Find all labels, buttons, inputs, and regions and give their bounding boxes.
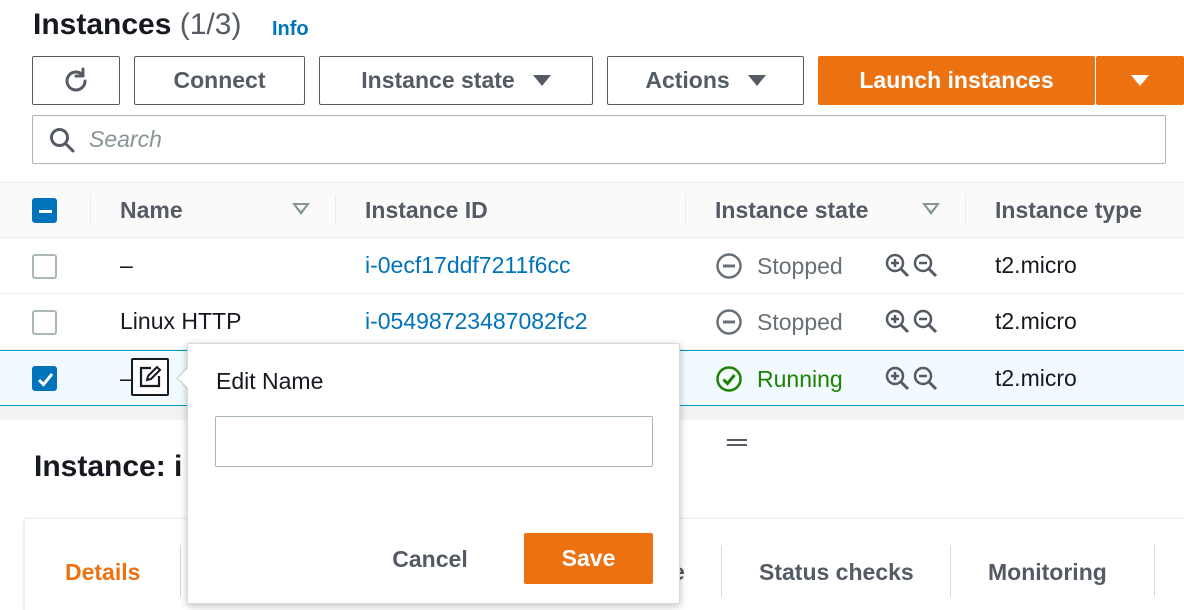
caret-down-icon xyxy=(1131,75,1149,86)
edit-icon xyxy=(139,365,162,388)
sort-icon[interactable] xyxy=(922,203,940,215)
tab-details[interactable]: Details xyxy=(65,559,140,586)
stopped-icon xyxy=(716,309,742,335)
launch-options-dropdown[interactable] xyxy=(1096,56,1184,105)
instance-type: t2.micro xyxy=(995,365,1077,391)
column-separator xyxy=(335,195,336,225)
column-separator xyxy=(685,195,686,225)
column-header-name[interactable]: Name xyxy=(120,197,183,224)
tab-separator xyxy=(721,545,722,597)
cancel-button[interactable]: Cancel xyxy=(378,534,482,584)
search-bar[interactable] xyxy=(32,115,1166,164)
actions-label: Actions xyxy=(645,67,730,93)
edit-name-input[interactable] xyxy=(215,416,653,467)
zoom-in-icon[interactable] xyxy=(884,252,910,278)
instance-state-label: Instance state xyxy=(361,67,515,93)
row-checkbox[interactable] xyxy=(32,310,57,335)
edit-name-label: Edit Name xyxy=(216,368,324,394)
zoom-out-icon[interactable] xyxy=(912,252,938,278)
refresh-icon xyxy=(65,67,87,91)
tab-separator xyxy=(1154,545,1155,597)
zoom-out-icon[interactable] xyxy=(912,365,938,391)
info-link[interactable]: Info xyxy=(272,18,309,41)
tab-separator xyxy=(180,545,181,597)
instance-state-text: Stopped xyxy=(757,308,843,335)
instance-name: – xyxy=(120,252,133,278)
tab-status-checks[interactable]: Status checks xyxy=(759,559,914,586)
select-all-checkbox[interactable] xyxy=(32,198,57,223)
row-checkbox[interactable] xyxy=(32,366,57,391)
zoom-in-icon[interactable] xyxy=(884,308,910,334)
instance-state: Stopped xyxy=(715,308,843,336)
tab-monitoring[interactable]: Monitoring xyxy=(988,559,1107,586)
column-header-instance-id[interactable]: Instance ID xyxy=(365,197,488,224)
instance-state-text: Stopped xyxy=(757,252,843,279)
instance-state-text: Running xyxy=(757,365,843,392)
popover-arrow-inner xyxy=(178,367,189,389)
instance-state: Stopped xyxy=(715,252,843,280)
save-button[interactable]: Save xyxy=(524,533,653,584)
edit-name-popover: Edit Name Cancel Save xyxy=(187,343,680,604)
instance-detail-title: Instance: i xyxy=(34,450,183,483)
instance-id-link[interactable]: i-0ecf17ddf7211f6cc xyxy=(365,252,570,279)
caret-down-icon xyxy=(532,75,551,86)
connect-button-label: Connect xyxy=(173,67,266,93)
search-input[interactable] xyxy=(89,126,1089,153)
caret-down-icon xyxy=(747,75,766,86)
checkmark-icon xyxy=(37,373,54,387)
zoom-in-icon[interactable] xyxy=(884,365,910,391)
stopped-icon xyxy=(716,253,742,279)
actions-dropdown[interactable]: Actions xyxy=(607,56,804,105)
panel-resize-handle[interactable]: ═ xyxy=(727,426,747,458)
page-title-text: Instances xyxy=(33,8,172,41)
indeterminate-icon xyxy=(39,210,52,213)
sort-icon[interactable] xyxy=(292,203,310,215)
instance-state: Running xyxy=(715,365,843,393)
column-header-instance-type[interactable]: Instance type xyxy=(995,197,1142,224)
launch-instances-label: Launch instances xyxy=(859,67,1054,93)
instance-name: Linux HTTP xyxy=(120,308,242,334)
table-header: Name Instance ID Instance state Instance… xyxy=(0,183,1184,238)
selection-count: (1/3) xyxy=(179,8,242,41)
connect-button[interactable]: Connect xyxy=(134,56,305,105)
edit-name-button[interactable] xyxy=(131,358,169,396)
zoom-controls xyxy=(884,308,938,334)
tab-separator xyxy=(950,545,951,597)
instance-type: t2.micro xyxy=(995,252,1077,278)
column-header-instance-state[interactable]: Instance state xyxy=(715,197,868,224)
page-title: Instances (1/3) xyxy=(33,8,241,42)
instance-state-dropdown[interactable]: Instance state xyxy=(319,56,593,105)
launch-instances-button[interactable]: Launch instances xyxy=(818,56,1095,105)
instance-type: t2.micro xyxy=(995,308,1077,334)
table-row[interactable]: Linux HTTP i-05498723487082fc2 Stopped t… xyxy=(0,294,1184,350)
row-checkbox[interactable] xyxy=(32,254,57,279)
running-icon xyxy=(716,366,742,392)
zoom-out-icon[interactable] xyxy=(912,308,938,334)
table-row[interactable]: – i-0ecf17ddf7211f6cc Stopped t2.micro xyxy=(0,238,1184,294)
refresh-button[interactable] xyxy=(32,56,120,105)
instance-id-link[interactable]: i-05498723487082fc2 xyxy=(365,308,588,335)
zoom-controls xyxy=(884,365,938,391)
column-separator xyxy=(90,195,91,225)
search-icon xyxy=(50,127,75,152)
zoom-controls xyxy=(884,252,938,278)
column-separator xyxy=(965,195,966,225)
